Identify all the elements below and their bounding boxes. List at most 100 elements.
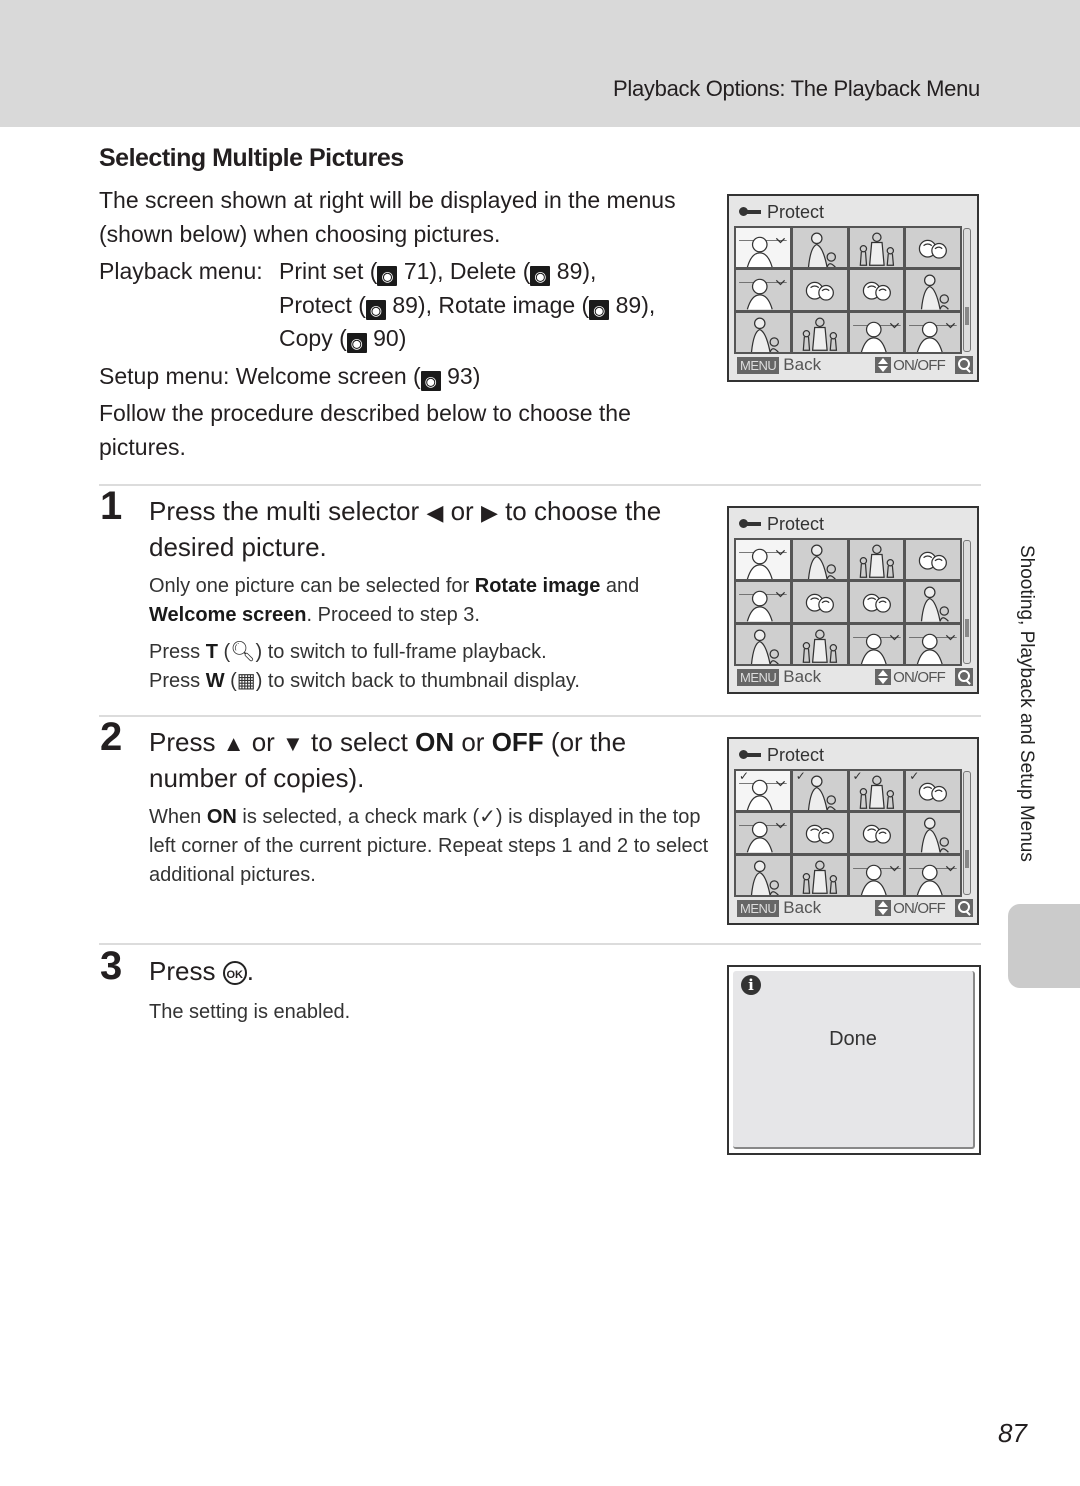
thumbnail[interactable] xyxy=(849,228,904,268)
thumbnail[interactable] xyxy=(792,228,847,268)
scrollbar-thumb[interactable] xyxy=(965,307,969,325)
thumbnail[interactable] xyxy=(736,855,790,895)
scrollbar[interactable] xyxy=(963,228,971,352)
thumbnail[interactable] xyxy=(736,270,790,310)
thumbnail[interactable]: ✓ xyxy=(849,771,904,811)
page-ref[interactable]: 89 xyxy=(616,292,642,318)
up-arrow-icon: ▲ xyxy=(222,731,245,756)
step-note: When ON is selected, a check mark (✓) is… xyxy=(149,803,709,890)
thumbnail[interactable] xyxy=(736,813,790,853)
page-reference-icon: ◉ xyxy=(589,299,610,320)
on-label: ON xyxy=(206,806,237,828)
text: . xyxy=(246,956,254,986)
setup-menu-line: Setup menu: Welcome screen (◉ 93) xyxy=(99,360,699,394)
step-body: When ON is selected, a check mark (✓) is… xyxy=(149,803,709,898)
thumbnail[interactable] xyxy=(906,540,960,580)
thumbnail[interactable] xyxy=(906,312,960,352)
check-mark-icon: ✓ xyxy=(739,771,750,783)
screen-title: Protect xyxy=(739,745,824,766)
scrollbar-thumb[interactable] xyxy=(965,619,969,637)
screen-footer: MENU Back ON/OFF xyxy=(737,897,973,919)
right-arrow-icon: ▶ xyxy=(480,500,498,525)
punct: ), xyxy=(641,291,656,318)
thumbnail[interactable] xyxy=(792,855,847,895)
page-ref[interactable]: 90 xyxy=(373,325,399,351)
follow-para: Follow the procedure described below to … xyxy=(99,400,631,460)
down-arrow-icon: ▼ xyxy=(282,731,304,756)
playback-menu-list: Playback menu: Print set (◉ 71), Delete … xyxy=(99,255,699,356)
setup-menu-label: Setup menu: Welcome screen ( xyxy=(99,362,421,389)
thumbnail[interactable] xyxy=(849,540,904,580)
menu-button-icon: MENU xyxy=(737,356,780,374)
thumbnail[interactable] xyxy=(792,813,847,853)
thumbnail[interactable] xyxy=(792,624,847,664)
thumbnail[interactable] xyxy=(906,228,960,268)
intro-text: The screen shown at right will be displa… xyxy=(99,184,699,468)
on-off-label: ON/OFF xyxy=(893,356,946,374)
thumbnail[interactable]: ✓ xyxy=(906,771,960,811)
intro-para: The screen shown at right will be displa… xyxy=(99,187,676,247)
thumbnail[interactable]: ✓ xyxy=(736,771,790,811)
camera-screen-protect: Protect MENU Back ON/OFF xyxy=(727,194,979,382)
step-tip: Press T (🔍︎) to switch to full-frame pla… xyxy=(149,641,547,663)
thumbnail[interactable] xyxy=(849,855,904,895)
text: When xyxy=(149,806,207,828)
item-delete: Delete ( xyxy=(449,258,531,284)
thumbnail[interactable] xyxy=(906,813,960,853)
thumbnail[interactable] xyxy=(736,312,790,352)
step-body: The setting is enabled. xyxy=(149,1001,351,1023)
step-body: Only one picture can be selected for Rot… xyxy=(149,572,709,704)
thumbnail[interactable] xyxy=(849,582,904,622)
thumbnail[interactable] xyxy=(849,312,904,352)
page-reference-icon: ◉ xyxy=(346,333,367,353)
page-ref[interactable]: 89 xyxy=(392,292,418,318)
thumbnail[interactable] xyxy=(792,582,847,622)
thumbnail-icon: ▦ xyxy=(236,670,256,692)
thumbnail[interactable] xyxy=(906,855,960,895)
screen-title-text: Protect xyxy=(767,202,825,222)
thumbnail[interactable] xyxy=(792,312,847,352)
back-label: Back xyxy=(783,898,822,917)
thumbnail[interactable] xyxy=(849,624,904,664)
thumbnail[interactable] xyxy=(792,540,847,580)
thumbnail[interactable] xyxy=(736,582,790,622)
up-down-icon xyxy=(875,900,892,916)
thumbnail[interactable]: ✓ xyxy=(792,771,847,811)
divider xyxy=(99,943,981,945)
chapter-tab[interactable] xyxy=(1008,904,1080,988)
protect-key-icon xyxy=(739,519,761,530)
thumbnail[interactable] xyxy=(736,540,790,580)
page-ref[interactable]: 89 xyxy=(557,258,583,284)
thumbnail[interactable] xyxy=(792,270,847,310)
thumbnail[interactable] xyxy=(849,270,904,310)
left-arrow-icon: ◀ xyxy=(426,500,444,525)
divider xyxy=(99,715,981,717)
thumbnail[interactable] xyxy=(906,270,960,310)
back-label: Back xyxy=(783,667,822,686)
header-band: Playback Options: The Playback Menu xyxy=(0,0,1080,127)
text: or xyxy=(443,496,481,526)
scrollbar-thumb[interactable] xyxy=(965,850,969,868)
step-heading: Press OK. xyxy=(149,954,709,988)
scrollbar[interactable] xyxy=(963,540,971,664)
protect-key-icon xyxy=(739,207,761,218)
page-reference-icon: ◉ xyxy=(420,370,441,391)
thumbnail[interactable] xyxy=(849,813,904,853)
item-print-set: Print set ( xyxy=(279,258,378,284)
page-ref[interactable]: 93 xyxy=(447,363,473,389)
thumbnail[interactable] xyxy=(736,228,790,268)
camera-screen-done: i Done xyxy=(727,965,981,1155)
section-title: Selecting Multiple Pictures xyxy=(99,144,404,172)
page-ref[interactable]: 71 xyxy=(404,258,430,284)
check-mark-icon: ✓ xyxy=(852,771,863,783)
scrollbar[interactable] xyxy=(963,771,971,895)
t-button-label: T xyxy=(205,641,218,663)
info-icon: i xyxy=(741,975,761,995)
item-rotate-image: Rotate image ( xyxy=(438,291,590,318)
term-welcome-screen: Welcome screen xyxy=(149,604,307,626)
screen-title: Protect xyxy=(739,202,824,223)
thumbnail[interactable] xyxy=(906,582,960,622)
thumbnail[interactable] xyxy=(906,624,960,664)
thumbnail[interactable] xyxy=(736,624,790,664)
running-header: Playback Options: The Playback Menu xyxy=(613,76,980,101)
